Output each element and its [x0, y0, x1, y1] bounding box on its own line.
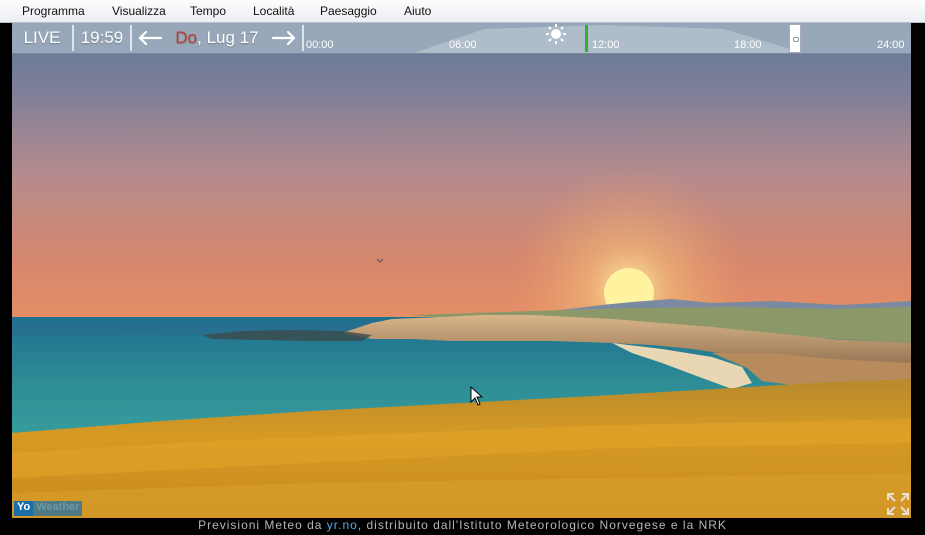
menu-visualizza[interactable]: Visualizza [112, 4, 166, 18]
menu-programma[interactable]: Programma [22, 4, 85, 18]
arrow-right-icon[interactable] [270, 28, 298, 48]
current-time-marker [585, 25, 588, 52]
yr-link[interactable]: yr.no [327, 518, 358, 532]
menu-paesaggio[interactable]: Paesaggio [320, 4, 377, 18]
date-label: Do, Lug 17 [172, 23, 262, 53]
landscape-view [12, 23, 911, 518]
arrow-left-icon[interactable] [136, 28, 164, 48]
credits-text-after: , distribuito dall'Istituto Meteorologic… [357, 518, 727, 532]
tick-label: 06:00 [449, 39, 477, 51]
current-time: 19:59 [80, 28, 124, 47]
logo-part1: Yo [14, 501, 34, 516]
live-button[interactable]: LIVE [12, 23, 72, 53]
date-day: Do [175, 28, 198, 47]
tick-label: 12:00 [592, 39, 620, 51]
time-toolbar: LIVE 19:59 Do, Lug 17 00:00 06:00 12:00 … [12, 23, 911, 54]
menu-tempo[interactable]: Tempo [190, 4, 226, 18]
date-rest: , Lug 17 [197, 28, 259, 47]
tick-label: 24:00 [877, 39, 905, 51]
tick-label: 00:00 [306, 39, 334, 51]
app-logo: Yo Weather [14, 501, 83, 516]
credits-text-before: Previsioni Meteo da [198, 518, 327, 532]
logo-part2: Weather [33, 501, 83, 516]
credits-footer: Previsioni Meteo da yr.no, distribuito d… [0, 518, 925, 535]
toolbar-divider [130, 25, 132, 51]
landscape-illustration [12, 168, 911, 518]
fullscreen-icon[interactable] [886, 492, 910, 516]
timeline-slider-handle[interactable] [789, 24, 801, 53]
menu-aiuto[interactable]: Aiuto [404, 4, 431, 18]
day-timeline[interactable]: 00:00 06:00 12:00 18:00 24:00 [304, 23, 911, 53]
tick-label: 18:00 [734, 39, 762, 51]
menu-bar: Programma Visualizza Tempo Località Paes… [0, 0, 925, 23]
mouse-pointer-icon [470, 386, 484, 406]
sun-icon [546, 24, 566, 44]
menu-localita[interactable]: Località [253, 4, 294, 18]
